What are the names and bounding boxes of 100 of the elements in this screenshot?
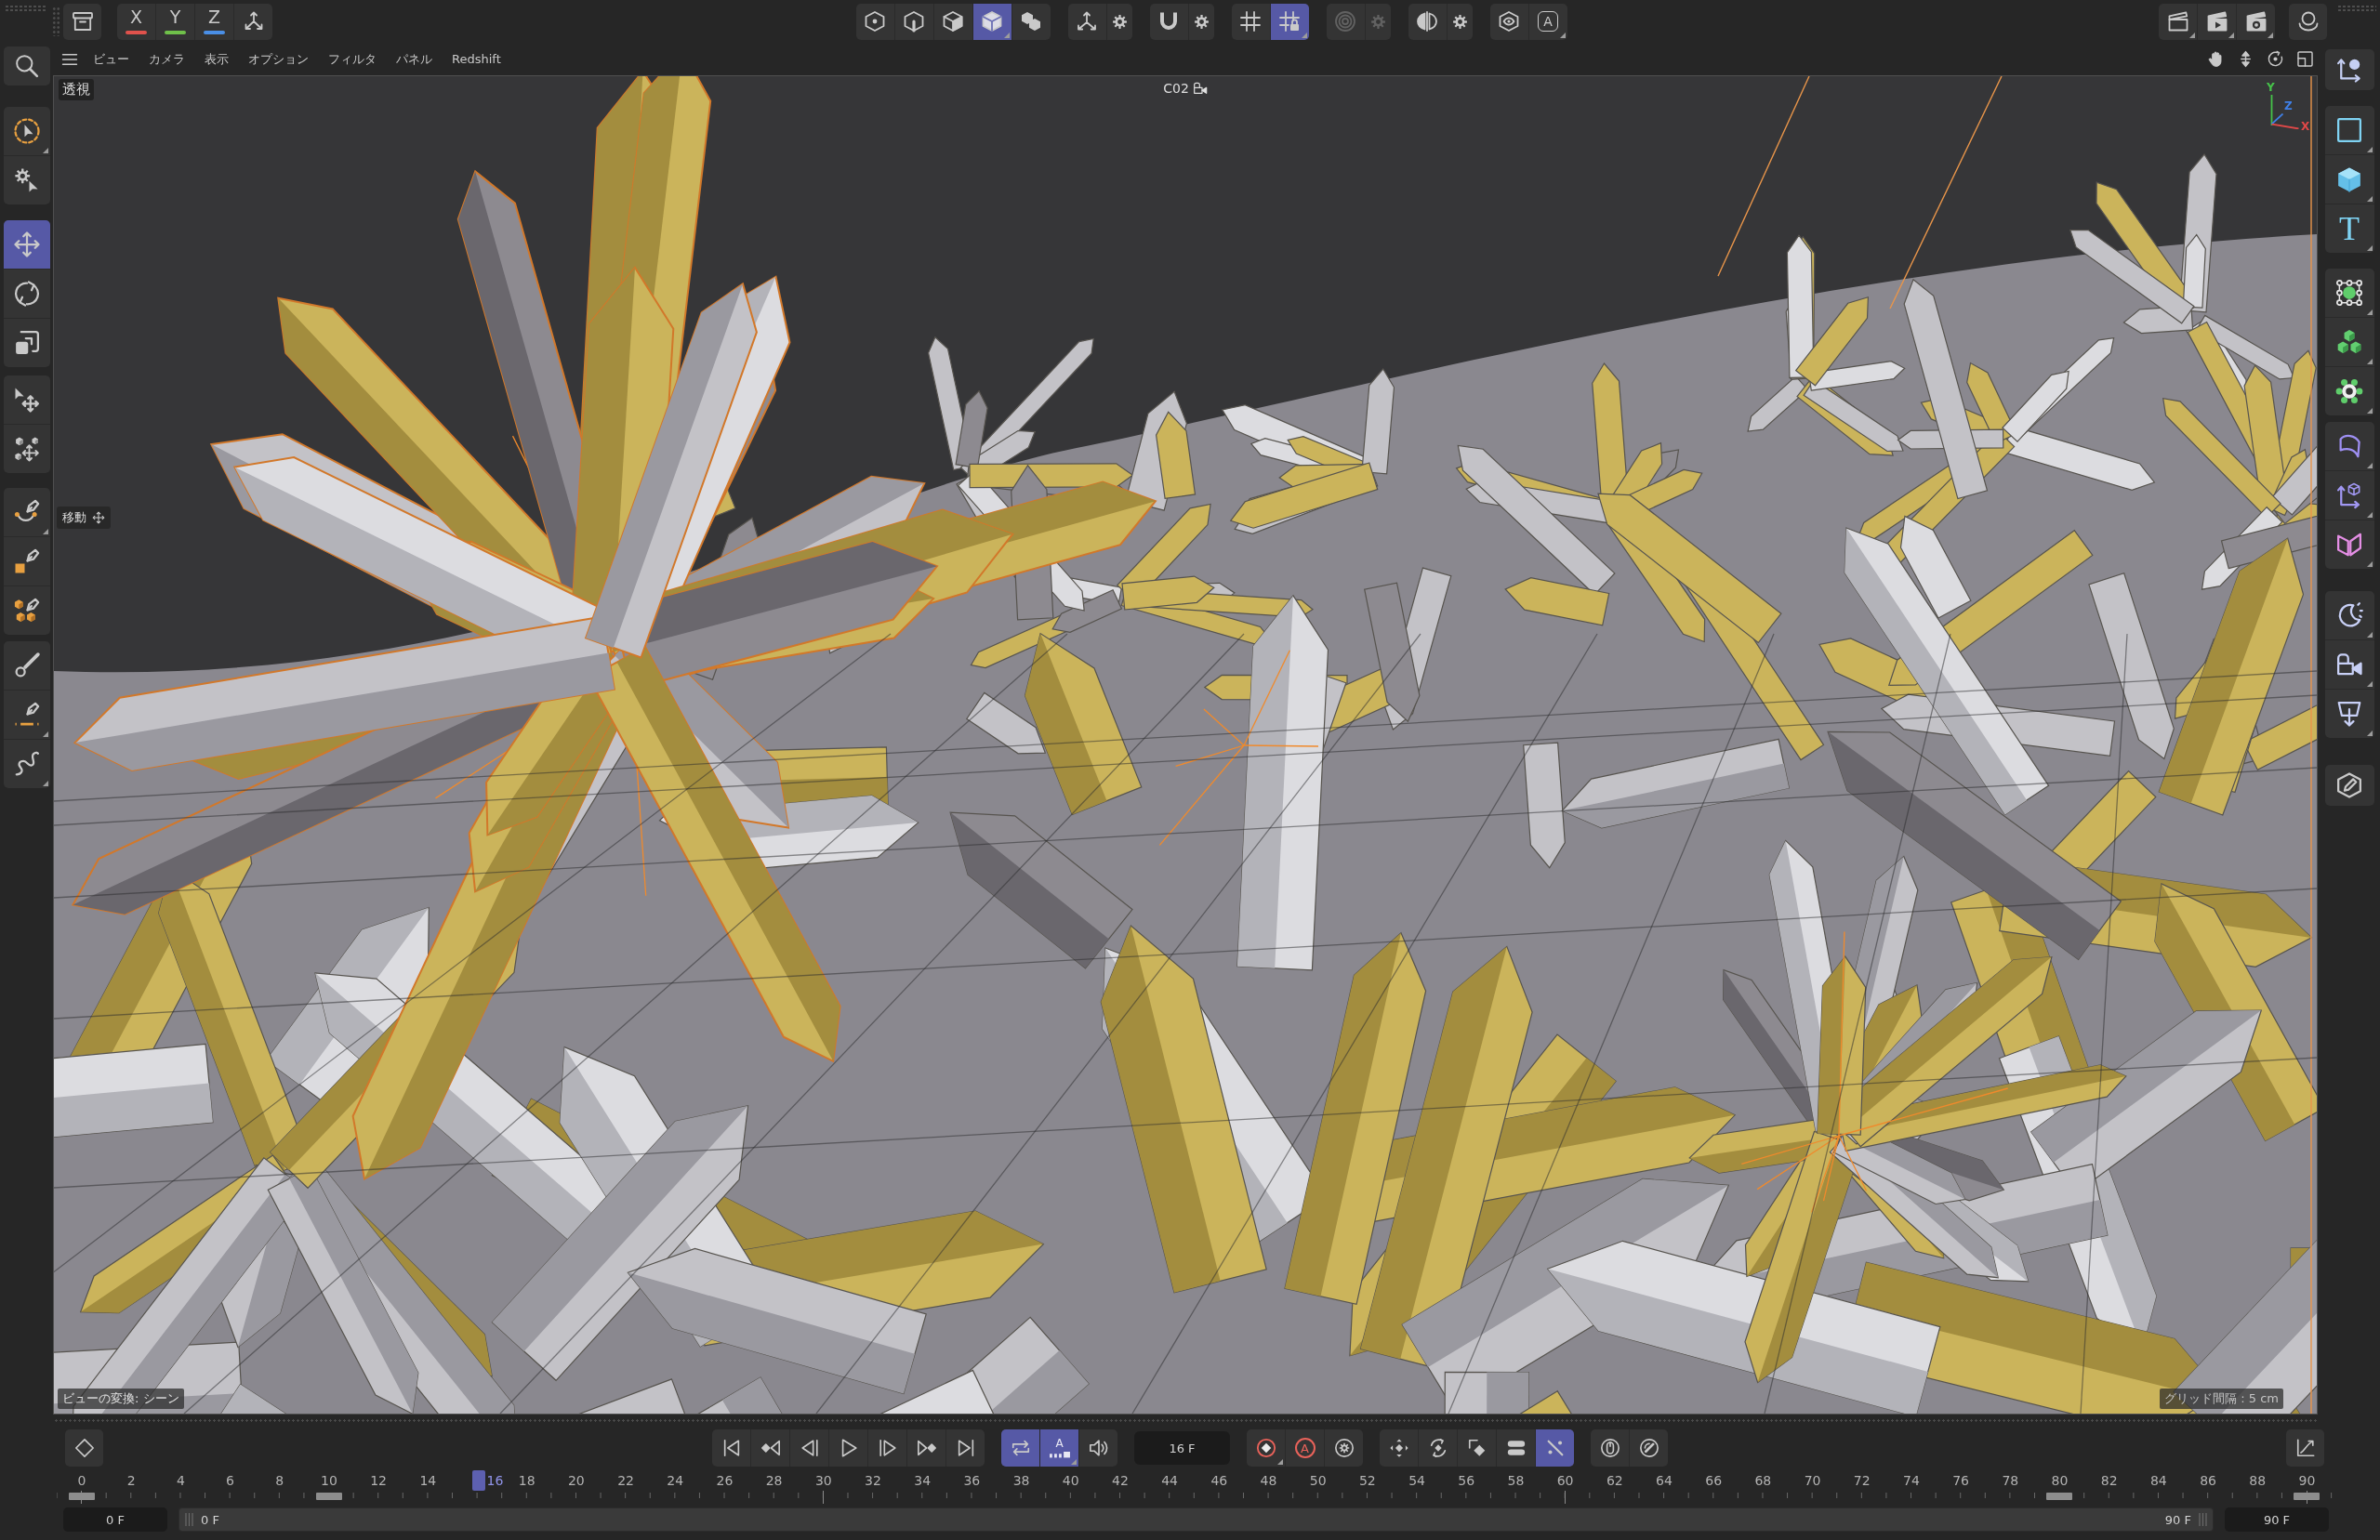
frame-number: 70 [1804,1473,1821,1488]
letter-hexagon-button[interactable]: A [1528,3,1567,40]
hexagon-edge-icon [903,10,925,33]
frame-number: 8 [275,1473,284,1488]
frame-number: 82 [2100,1473,2118,1488]
projection-label[interactable]: 透視 [59,79,94,100]
key-button[interactable] [65,1429,103,1467]
window-icon [2295,50,2314,68]
frame-number: 26 [716,1473,734,1488]
tray-arrow-icon [2335,700,2363,728]
camera-name[interactable]: C02 [1163,81,1189,96]
frame-number: 32 [865,1473,881,1488]
menu-item[interactable]: フィルタ [328,50,377,68]
grid-lock-button[interactable] [1270,3,1309,40]
axis-lock-button[interactable]: Y [156,3,194,40]
frame-number: 58 [1507,1473,1525,1488]
autokey-button[interactable]: A [1286,1429,1324,1467]
box-icon [71,10,94,33]
frame-number: 28 [765,1473,783,1488]
clapperboard-play-icon [2205,10,2228,33]
move-icon [92,511,105,524]
frame-number: 4 [176,1473,185,1488]
mirror-icon [1416,10,1438,33]
axis-label: X [2301,121,2310,132]
frame-number: 10 [321,1473,337,1488]
key-pla-button[interactable] [1536,1429,1574,1467]
frame-number: 66 [1705,1473,1723,1488]
end-frame-field[interactable]: 90 F [2225,1507,2329,1532]
menu-item[interactable]: 表示 [205,50,229,68]
start-frame-field[interactable]: 0 F [63,1507,167,1532]
frame-number: 48 [1260,1473,1277,1488]
gear-icon [1111,13,1128,30]
range-slider[interactable]: 0 F 90 F [178,1507,2214,1532]
menu-item[interactable]: カメラ [149,50,185,68]
gear-icon [1193,13,1210,30]
range-end-label: 90 F [2164,1512,2191,1527]
axis-lock-button[interactable]: X [117,3,155,40]
diamond-back-icon [760,1438,781,1458]
frame-number: 0 [77,1473,86,1488]
grid-lock-icon [1278,10,1301,33]
mouse-icon [1599,1438,1620,1458]
axis-lock-button[interactable]: Z [195,3,233,40]
loop-button[interactable] [1001,1429,1039,1467]
menu-item[interactable]: パネル [396,50,432,68]
dashed-circle-cursor-icon [12,117,41,145]
model-button[interactable] [972,3,1012,40]
dial-icon [1638,1438,1659,1458]
speaker-icon [1088,1438,1109,1458]
bowtie-icon [2335,531,2363,559]
graph-button[interactable] [2286,1429,2324,1467]
frame-field[interactable]: 16 F [1134,1431,1230,1465]
archive-button[interactable] [63,3,101,40]
hand-icon [2206,50,2225,68]
graph-icon [2294,1438,2316,1458]
frame-number: 14 [419,1473,437,1488]
current-frame-marker[interactable] [471,1470,485,1491]
toggle-icon [1505,1438,1527,1458]
gear-icon [1369,13,1386,30]
cube-face-icon [942,10,964,33]
target-icon [1334,10,1356,33]
search-icon [14,54,39,78]
range-start-label: 0 F [201,1512,219,1527]
flower-icon [2335,377,2363,405]
frame-number: 52 [1358,1473,1376,1488]
menu-item[interactable]: オプション [248,50,309,68]
menu-item[interactable]: Redshift [452,52,501,66]
range-marker[interactable] [315,1493,342,1500]
gear-icon [1451,13,1468,30]
cube-icon [981,10,1003,33]
search-button[interactable] [3,46,50,86]
frame-number: 42 [1112,1473,1129,1488]
square-icon [2335,116,2363,144]
clapperboard-icon [2166,10,2189,33]
timeline-mode-button[interactable]: A [1040,1429,1078,1467]
move-button[interactable] [3,220,50,269]
diamond-scale-icon [1466,1438,1488,1458]
rotate-icon [12,280,41,308]
frame-number: 56 [1458,1473,1475,1488]
range-marker[interactable] [2294,1493,2320,1500]
frame-number: 24 [667,1473,684,1488]
frame-number: 68 [1754,1473,1772,1488]
frame-number: 6 [226,1473,234,1488]
drag-handle[interactable] [2337,5,2376,12]
frame-number: 60 [1556,1473,1574,1488]
drag-handle[interactable] [5,5,46,12]
text-button[interactable]: T [2324,204,2374,253]
axes-sphere-icon [2335,56,2363,84]
frame-number: 18 [518,1473,536,1488]
clapperboard-gear-icon [2244,10,2268,33]
dome-button[interactable] [2289,3,2327,40]
range-marker[interactable] [69,1493,95,1500]
edit-button[interactable] [2324,765,2374,806]
frame-number: 86 [2200,1473,2216,1488]
grip-icon [185,1513,193,1526]
range-marker[interactable] [2046,1493,2073,1500]
coord-sys-button[interactable] [2324,49,2374,90]
stacked-cubes-icon [2335,328,2363,356]
drag-handle[interactable] [52,7,60,36]
keyframe-bars-icon [1049,1452,1070,1458]
menu-item[interactable]: ビュー [93,50,129,68]
